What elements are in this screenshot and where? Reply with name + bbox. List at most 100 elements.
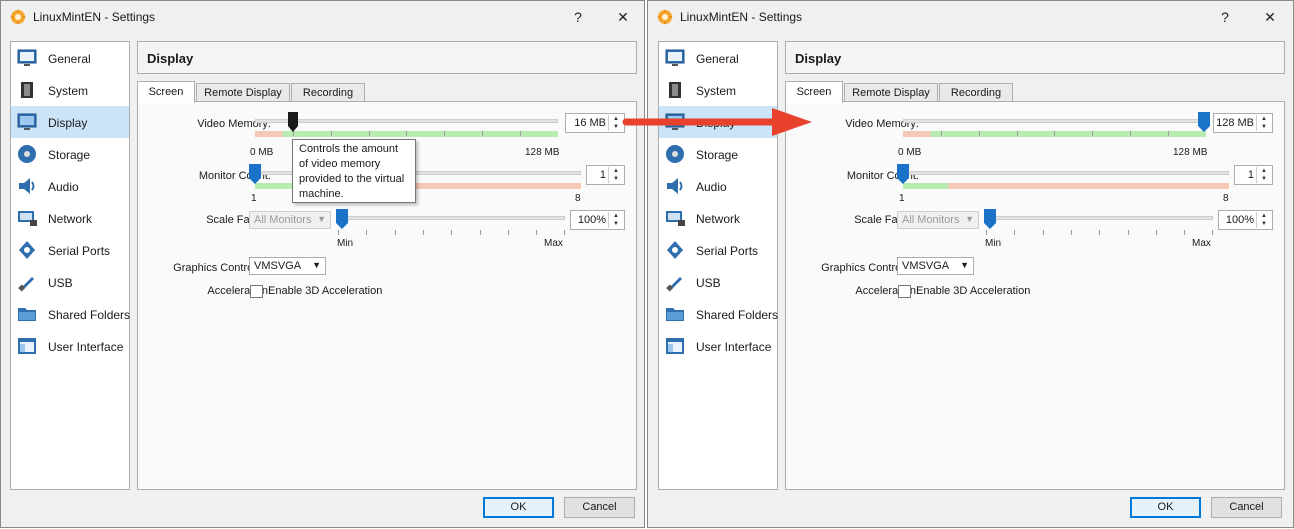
video-memory-slider-track[interactable] bbox=[903, 119, 1206, 123]
ok-button[interactable]: OK bbox=[483, 497, 554, 518]
scale-factor-max-label: Max bbox=[544, 238, 563, 249]
sidebar-item-shared-folders[interactable]: Shared Folders bbox=[659, 298, 778, 330]
close-button[interactable]: ✕ bbox=[610, 7, 636, 27]
spin-arrows-icon[interactable]: ▲ ▼ bbox=[608, 167, 623, 183]
monitor-count-slider-track[interactable] bbox=[903, 171, 1229, 175]
scale-factor-monitor-combo[interactable]: All Monitors ▼ bbox=[249, 211, 331, 229]
sidebar-item-label: Network bbox=[696, 212, 741, 226]
virtualbox-app-icon bbox=[657, 9, 673, 25]
sidebar-item-system[interactable]: System bbox=[11, 74, 129, 106]
monitor-count-slider-handle[interactable] bbox=[897, 164, 909, 184]
sidebar-item-usb[interactable]: USB bbox=[659, 266, 777, 298]
tab-recording[interactable]: Recording bbox=[291, 83, 365, 102]
serial-ports-icon bbox=[667, 241, 683, 259]
tab-remote-display[interactable]: Remote Display bbox=[196, 83, 290, 102]
sidebar-item-label: User Interface bbox=[48, 340, 124, 354]
video-memory-slider-track[interactable] bbox=[255, 119, 558, 123]
enable-3d-acceleration-label[interactable]: Enable 3D Acceleration bbox=[916, 285, 1030, 297]
sidebar-item-network[interactable]: Network bbox=[659, 202, 777, 234]
tab-recording[interactable]: Recording bbox=[939, 83, 1013, 102]
sidebar-item-display[interactable]: Display bbox=[11, 106, 129, 138]
monitor-count-spinbox[interactable]: 1 ▲ ▼ bbox=[1234, 165, 1273, 185]
usb-icon bbox=[666, 277, 682, 292]
scale-factor-slider-handle[interactable] bbox=[336, 209, 348, 229]
sidebar-item-label: Network bbox=[48, 212, 93, 226]
title-bar[interactable]: LinuxMintEN - Settings ? ✕ bbox=[1, 1, 644, 33]
scale-factor-combo-value: All Monitors bbox=[254, 214, 312, 226]
scale-factor-slider-track[interactable] bbox=[338, 216, 565, 220]
cancel-button[interactable]: Cancel bbox=[1211, 497, 1282, 518]
sidebar-item-serial-ports[interactable]: Serial Ports bbox=[11, 234, 129, 266]
close-button[interactable]: ✕ bbox=[1257, 7, 1283, 27]
help-button[interactable]: ? bbox=[1212, 7, 1238, 27]
monitor-count-min-label: 1 bbox=[899, 193, 905, 204]
usb-icon bbox=[18, 277, 34, 292]
graphics-controller-value: VMSVGA bbox=[902, 260, 950, 272]
scale-factor-value: 100% bbox=[577, 214, 606, 226]
scale-factor-spinbox[interactable]: 100% ▲ ▼ bbox=[570, 210, 625, 230]
title-bar[interactable]: LinuxMintEN - Settings ? ✕ bbox=[648, 1, 1293, 33]
video-memory-slider-handle[interactable] bbox=[1198, 112, 1210, 132]
sidebar-item-audio[interactable]: Audio bbox=[11, 170, 129, 202]
sidebar-item-audio[interactable]: Audio bbox=[659, 170, 777, 202]
video-memory-slider-handle[interactable] bbox=[288, 112, 298, 132]
graphics-controller-combo[interactable]: VMSVGA ▼ bbox=[249, 257, 326, 275]
tab-remote-display[interactable]: Remote Display bbox=[844, 83, 938, 102]
spin-arrows-icon[interactable]: ▲ ▼ bbox=[1256, 167, 1271, 183]
chevron-down-icon: ▼ bbox=[965, 214, 974, 224]
monitor-count-slider-handle[interactable] bbox=[249, 164, 261, 184]
general-icon bbox=[17, 49, 37, 66]
sidebar-item-network[interactable]: Network bbox=[11, 202, 129, 234]
sidebar-item-label: Serial Ports bbox=[696, 244, 759, 258]
annotation-arrow-icon bbox=[622, 108, 812, 136]
scale-factor-slider-track[interactable] bbox=[986, 216, 1213, 220]
graphics-controller-value: VMSVGA bbox=[254, 260, 302, 272]
sidebar-item-shared-folders[interactable]: Shared Folders bbox=[11, 298, 130, 330]
video-memory-tooltip: Controls the amount of video memory prov… bbox=[292, 139, 416, 203]
sidebar-item-user-interface[interactable]: User Interface bbox=[659, 330, 777, 362]
sidebar-item-general[interactable]: General bbox=[11, 42, 129, 74]
help-button[interactable]: ? bbox=[565, 7, 591, 27]
enable-3d-acceleration-checkbox[interactable] bbox=[250, 285, 263, 298]
scale-factor-monitor-combo[interactable]: All Monitors ▼ bbox=[897, 211, 979, 229]
scale-factor-slider-handle[interactable] bbox=[984, 209, 996, 229]
spin-arrows-icon[interactable]: ▲ ▼ bbox=[1256, 212, 1271, 228]
cancel-button[interactable]: Cancel bbox=[564, 497, 635, 518]
spin-arrows-icon[interactable]: ▲ ▼ bbox=[608, 212, 623, 228]
dialog-footer: OK Cancel bbox=[648, 491, 1293, 528]
sidebar-item-label: User Interface bbox=[696, 340, 772, 354]
enable-3d-acceleration-label[interactable]: Enable 3D Acceleration bbox=[268, 285, 382, 297]
sidebar-item-label: USB bbox=[48, 276, 73, 290]
chevron-down-icon: ▼ bbox=[312, 260, 321, 270]
graphics-controller-combo[interactable]: VMSVGA ▼ bbox=[897, 257, 974, 275]
settings-window-right: LinuxMintEN - Settings ? ✕ General Syste… bbox=[647, 0, 1294, 528]
sidebar-item-user-interface[interactable]: User Interface bbox=[11, 330, 129, 362]
sidebar-item-label: System bbox=[48, 84, 89, 98]
scale-factor-value: 100% bbox=[1225, 214, 1254, 226]
enable-3d-acceleration-checkbox[interactable] bbox=[898, 285, 911, 298]
sidebar-item-general[interactable]: General bbox=[659, 42, 777, 74]
ok-button[interactable]: OK bbox=[1130, 497, 1201, 518]
shared-folders-icon bbox=[18, 308, 36, 321]
section-header: Display bbox=[785, 41, 1285, 74]
settings-window-left: LinuxMintEN - Settings ? ✕ General Syste… bbox=[0, 0, 645, 528]
spin-arrows-icon[interactable]: ▲ ▼ bbox=[1256, 115, 1271, 131]
scale-factor-ticks bbox=[986, 230, 1213, 235]
section-title: Display bbox=[795, 51, 842, 66]
sidebar-item-storage[interactable]: Storage bbox=[11, 138, 129, 170]
network-icon bbox=[666, 211, 685, 226]
monitor-count-value: 1 bbox=[1247, 169, 1254, 181]
sidebar-item-usb[interactable]: USB bbox=[11, 266, 129, 298]
monitor-count-range-bar bbox=[903, 183, 1229, 189]
monitor-count-spinbox[interactable]: 1 ▲ ▼ bbox=[586, 165, 625, 185]
video-memory-spinbox[interactable]: 16 MB ▲ ▼ bbox=[565, 113, 625, 133]
monitor-count-value: 1 bbox=[599, 169, 606, 181]
video-memory-ticks bbox=[255, 131, 558, 136]
scale-factor-spinbox[interactable]: 100% ▲ ▼ bbox=[1218, 210, 1273, 230]
video-memory-value: 128 MB bbox=[1216, 117, 1254, 129]
serial-ports-icon bbox=[19, 241, 35, 259]
tab-screen[interactable]: Screen bbox=[137, 81, 195, 103]
window-title: LinuxMintEN - Settings bbox=[33, 10, 156, 24]
sidebar-item-serial-ports[interactable]: Serial Ports bbox=[659, 234, 777, 266]
video-memory-spinbox[interactable]: 128 MB ▲ ▼ bbox=[1213, 113, 1273, 133]
